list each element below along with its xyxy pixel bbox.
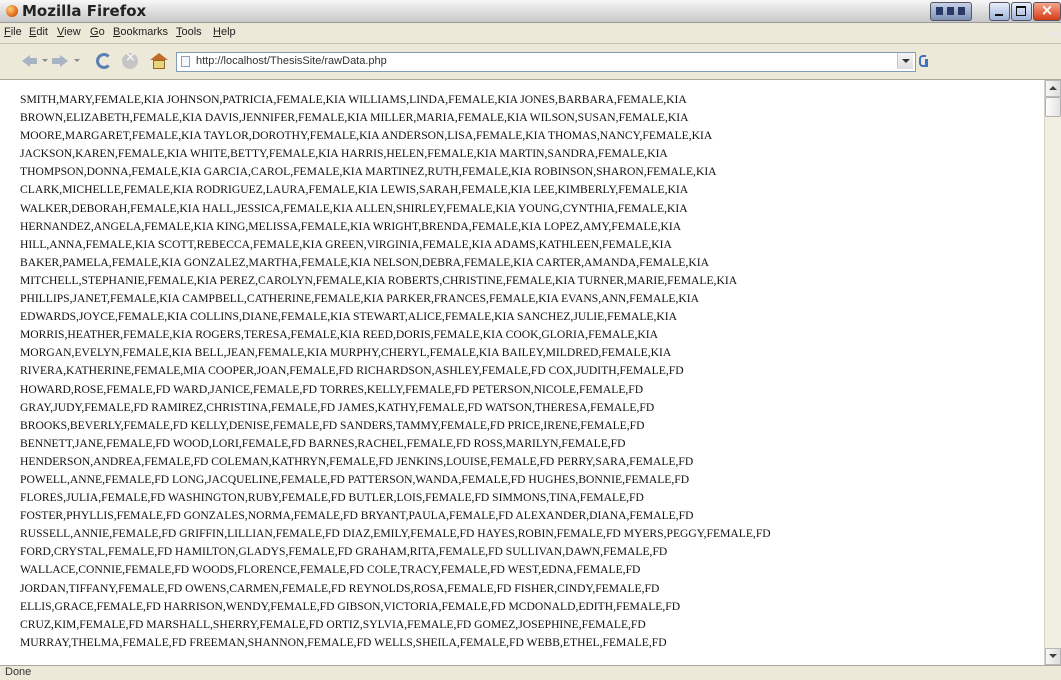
data-line: HILL,ANNA,FEMALE,KIA SCOTT,REBECCA,FEMAL…	[20, 237, 672, 251]
firefox-icon	[6, 5, 18, 17]
page-icon	[181, 56, 190, 67]
data-line: FOSTER,PHYLLIS,FEMALE,FD GONZALES,NORMA,…	[20, 509, 694, 523]
navigation-toolbar: http://localhost/ThesisSite/rawData.php	[0, 44, 1061, 80]
url-dropdown-button[interactable]	[897, 53, 913, 69]
back-history-dropdown[interactable]	[42, 59, 48, 62]
data-line: BROOKS,BEVERLY,FEMALE,FD KELLY,DENISE,FE…	[20, 418, 645, 432]
data-line: CRUZ,KIM,FEMALE,FD MARSHALL,SHERRY,FEMAL…	[20, 617, 646, 631]
url-field[interactable]: http://localhost/ThesisSite/rawData.php	[176, 52, 916, 72]
data-line: FLORES,JULIA,FEMALE,FD WASHINGTON,RUBY,F…	[20, 491, 644, 505]
data-line: WALLACE,CONNIE,FEMALE,FD WOODS,FLORENCE,…	[20, 563, 641, 577]
data-line: MURRAY,THELMA,FEMALE,FD FREEMAN,SHANNON,…	[20, 635, 667, 649]
data-line: GRAY,JUDY,FEMALE,FD RAMIREZ,CHRISTINA,FE…	[20, 400, 655, 414]
menu-file[interactable]: File	[4, 26, 22, 38]
data-line: BENNETT,JANE,FEMALE,FD WOOD,LORI,FEMALE,…	[20, 436, 626, 450]
menu-bar: File Edit View Go Bookmarks Tools Help	[0, 23, 1061, 44]
home-button[interactable]	[150, 53, 168, 69]
stop-button[interactable]	[122, 50, 138, 69]
menu-edit[interactable]: Edit	[29, 26, 48, 38]
scroll-thumb[interactable]	[1045, 97, 1061, 117]
data-line: HERNANDEZ,ANGELA,FEMALE,KIA KING,MELISSA…	[20, 219, 682, 233]
data-line: PHILLIPS,JANET,FEMALE,KIA CAMPBELL,CATHE…	[20, 292, 700, 306]
data-line: BAKER,PAMELA,FEMALE,KIA GONZALEZ,MARTHA,…	[20, 255, 709, 269]
data-line: RUSSELL,ANNIE,FEMALE,FD GRIFFIN,LILLIAN,…	[20, 527, 771, 541]
status-text: Done	[5, 666, 32, 678]
forward-button[interactable]	[52, 53, 70, 69]
data-line: FORD,CRYSTAL,FEMALE,FD HAMILTON,GLADYS,F…	[20, 545, 668, 559]
data-line: JACKSON,KAREN,FEMALE,KIA WHITE,BETTY,FEM…	[20, 147, 668, 161]
data-line: MORGAN,EVELYN,FEMALE,KIA BELL,JEAN,FEMAL…	[20, 346, 672, 360]
minimize-button[interactable]	[989, 2, 1010, 21]
raw-data-text: SMITH,MARY,FEMALE,KIA JOHNSON,PATRICIA,F…	[20, 91, 1042, 652]
data-line: JORDAN,TIFFANY,FEMALE,FD OWENS,CARMEN,FE…	[20, 581, 660, 595]
tiles-icon[interactable]	[930, 2, 972, 21]
data-line: EDWARDS,JOYCE,FEMALE,KIA COLLINS,DIANE,F…	[20, 310, 678, 324]
data-line: THOMPSON,DONNA,FEMALE,KIA GARCIA,CAROL,F…	[20, 165, 717, 179]
data-line: MORRIS,HEATHER,FEMALE,KIA ROGERS,TERESA,…	[20, 328, 658, 342]
reload-button[interactable]	[96, 53, 112, 69]
forward-history-dropdown[interactable]	[74, 59, 80, 62]
data-line: BROWN,ELIZABETH,FEMALE,KIA DAVIS,JENNIFE…	[20, 111, 689, 125]
menu-go[interactable]: Go	[90, 26, 105, 38]
data-line: HENDERSON,ANDREA,FEMALE,FD COLEMAN,KATHR…	[20, 454, 694, 468]
title-bar: Mozilla Firefox ×	[0, 0, 1061, 23]
close-button[interactable]: ×	[1033, 1, 1061, 21]
menu-tools[interactable]: Tools	[176, 26, 202, 38]
window-title: Mozilla Firefox	[22, 2, 147, 20]
back-button[interactable]	[22, 53, 40, 69]
data-line: WALKER,DEBORAH,FEMALE,KIA HALL,JESSICA,F…	[20, 201, 688, 215]
scroll-down-button[interactable]	[1045, 648, 1061, 665]
data-line: CLARK,MICHELLE,FEMALE,KIA RODRIGUEZ,LAUR…	[20, 183, 689, 197]
throbber-icon	[1048, 25, 1060, 41]
browser-window: Mozilla Firefox × File Edit View Go Book…	[0, 0, 1061, 680]
page-content: SMITH,MARY,FEMALE,KIA JOHNSON,PATRICIA,F…	[0, 80, 1044, 665]
data-line: POWELL,ANNE,FEMALE,FD LONG,JACQUELINE,FE…	[20, 472, 690, 486]
url-text: http://localhost/ThesisSite/rawData.php	[196, 55, 387, 67]
scroll-up-button[interactable]	[1045, 80, 1061, 97]
data-line: SMITH,MARY,FEMALE,KIA JOHNSON,PATRICIA,F…	[20, 93, 687, 106]
go-button[interactable]	[917, 53, 933, 69]
menu-help[interactable]: Help	[213, 26, 236, 38]
data-line: MOORE,MARGARET,FEMALE,KIA TAYLOR,DOROTHY…	[20, 129, 713, 143]
data-line: RIVERA,KATHERINE,FEMALE,MIA COOPER,JOAN,…	[20, 364, 684, 378]
data-line: ELLIS,GRACE,FEMALE,FD HARRISON,WENDY,FEM…	[20, 599, 681, 613]
menu-view[interactable]: View	[57, 26, 81, 38]
vertical-scrollbar[interactable]	[1044, 80, 1061, 665]
close-icon: ×	[1040, 1, 1054, 19]
maximize-button[interactable]	[1011, 2, 1032, 21]
data-line: MITCHELL,STEPHANIE,FEMALE,KIA PEREZ,CARO…	[20, 273, 738, 287]
data-line: HOWARD,ROSE,FEMALE,FD WARD,JANICE,FEMALE…	[20, 382, 644, 396]
status-bar: Done	[0, 665, 1061, 680]
menu-bookmarks[interactable]: Bookmarks	[113, 26, 168, 38]
